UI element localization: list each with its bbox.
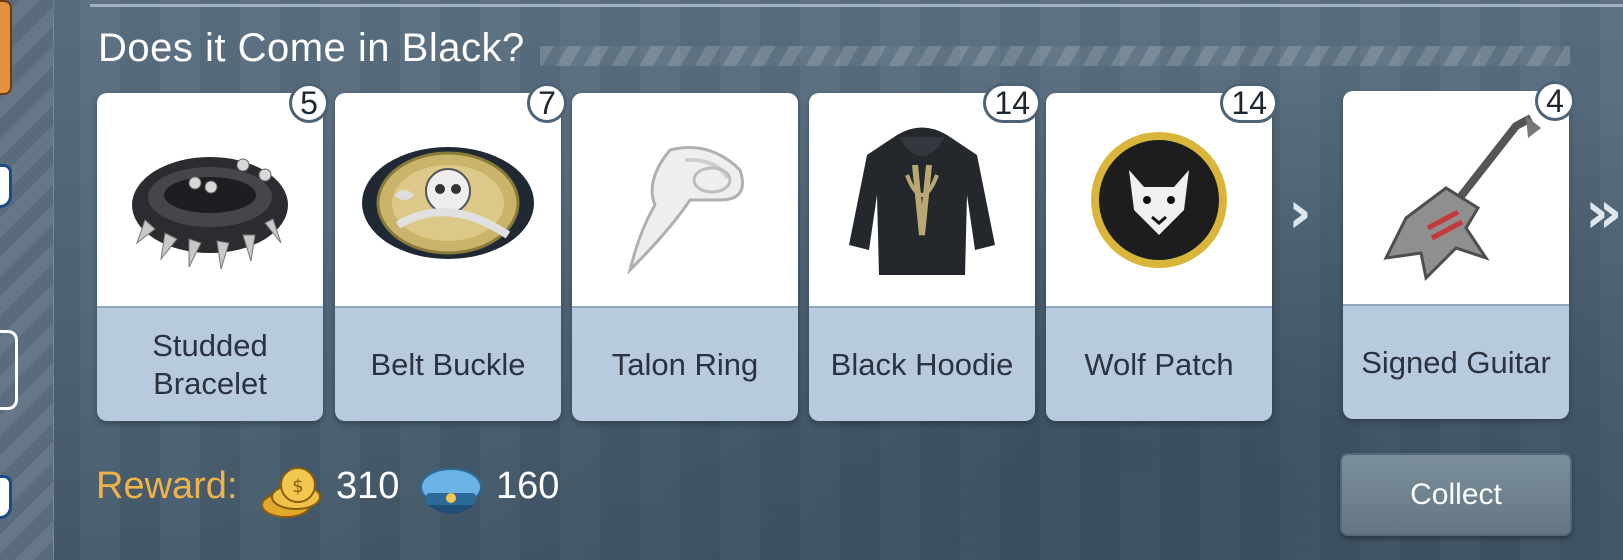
item-name: Studded Bracelet (97, 306, 323, 421)
item-count-badge: 14 (983, 83, 1041, 123)
chevron-right-icon[interactable]: › (1288, 178, 1312, 246)
item-image (809, 93, 1035, 306)
reward-label: Reward: (96, 465, 238, 507)
item-card-wolf-patch[interactable]: Wolf Patch 14 (1046, 83, 1278, 421)
item-card-studded-bracelet[interactable]: Studded Bracelet 5 (97, 83, 329, 421)
item-card-signed-guitar[interactable]: Signed Guitar 4 (1343, 81, 1575, 419)
item-count-badge: 14 (1220, 83, 1278, 123)
item-card-black-hoodie[interactable]: Black Hoodie 14 (809, 83, 1041, 421)
signed-guitar-icon (1383, 113, 1541, 281)
shield-icon[interactable] (0, 164, 12, 208)
item-name: Signed Guitar (1343, 304, 1569, 419)
collect-button[interactable]: Collect (1340, 453, 1572, 536)
double-chevron-right-icon[interactable]: » (1585, 178, 1622, 246)
item-count-badge: 7 (527, 83, 567, 123)
studded-bracelet-icon (132, 156, 288, 269)
gold-coins-icon: $ (261, 467, 321, 518)
title-decoration (540, 46, 1570, 66)
quest-title: Does it Come in Black? (98, 26, 525, 70)
item-image (572, 93, 798, 306)
black-hoodie-icon (849, 127, 995, 275)
folder-icon[interactable] (0, 0, 12, 95)
item-name: Belt Buckle (335, 306, 561, 421)
item-name: Talon Ring (572, 306, 798, 421)
svg-text:$: $ (292, 476, 303, 497)
item-name-line: Studded (152, 328, 268, 364)
divider (90, 4, 1623, 7)
wolf-patch-icon (1091, 131, 1227, 268)
shield-icon[interactable] (0, 475, 12, 519)
item-name: Wolf Patch (1046, 306, 1272, 421)
item-count-badge: 5 (289, 83, 329, 123)
item-image (97, 93, 323, 306)
police-cap-icon (420, 468, 482, 514)
item-card-talon-ring[interactable]: Talon Ring (572, 93, 798, 421)
talon-ring-icon (627, 145, 744, 275)
item-image (335, 93, 561, 306)
item-name: Black Hoodie (809, 306, 1035, 421)
item-name-line: Bracelet (153, 365, 267, 401)
item-image (1046, 93, 1272, 306)
belt-buckle-icon (362, 146, 534, 259)
side-toolbar (0, 0, 54, 560)
reward-coins-value: 310 (336, 465, 400, 507)
item-image (1343, 91, 1569, 304)
ring-icon[interactable] (0, 330, 18, 410)
item-card-belt-buckle[interactable]: Belt Buckle 7 (335, 83, 567, 421)
item-count-badge: 4 (1535, 81, 1575, 121)
reward-hats-value: 160 (496, 465, 560, 507)
